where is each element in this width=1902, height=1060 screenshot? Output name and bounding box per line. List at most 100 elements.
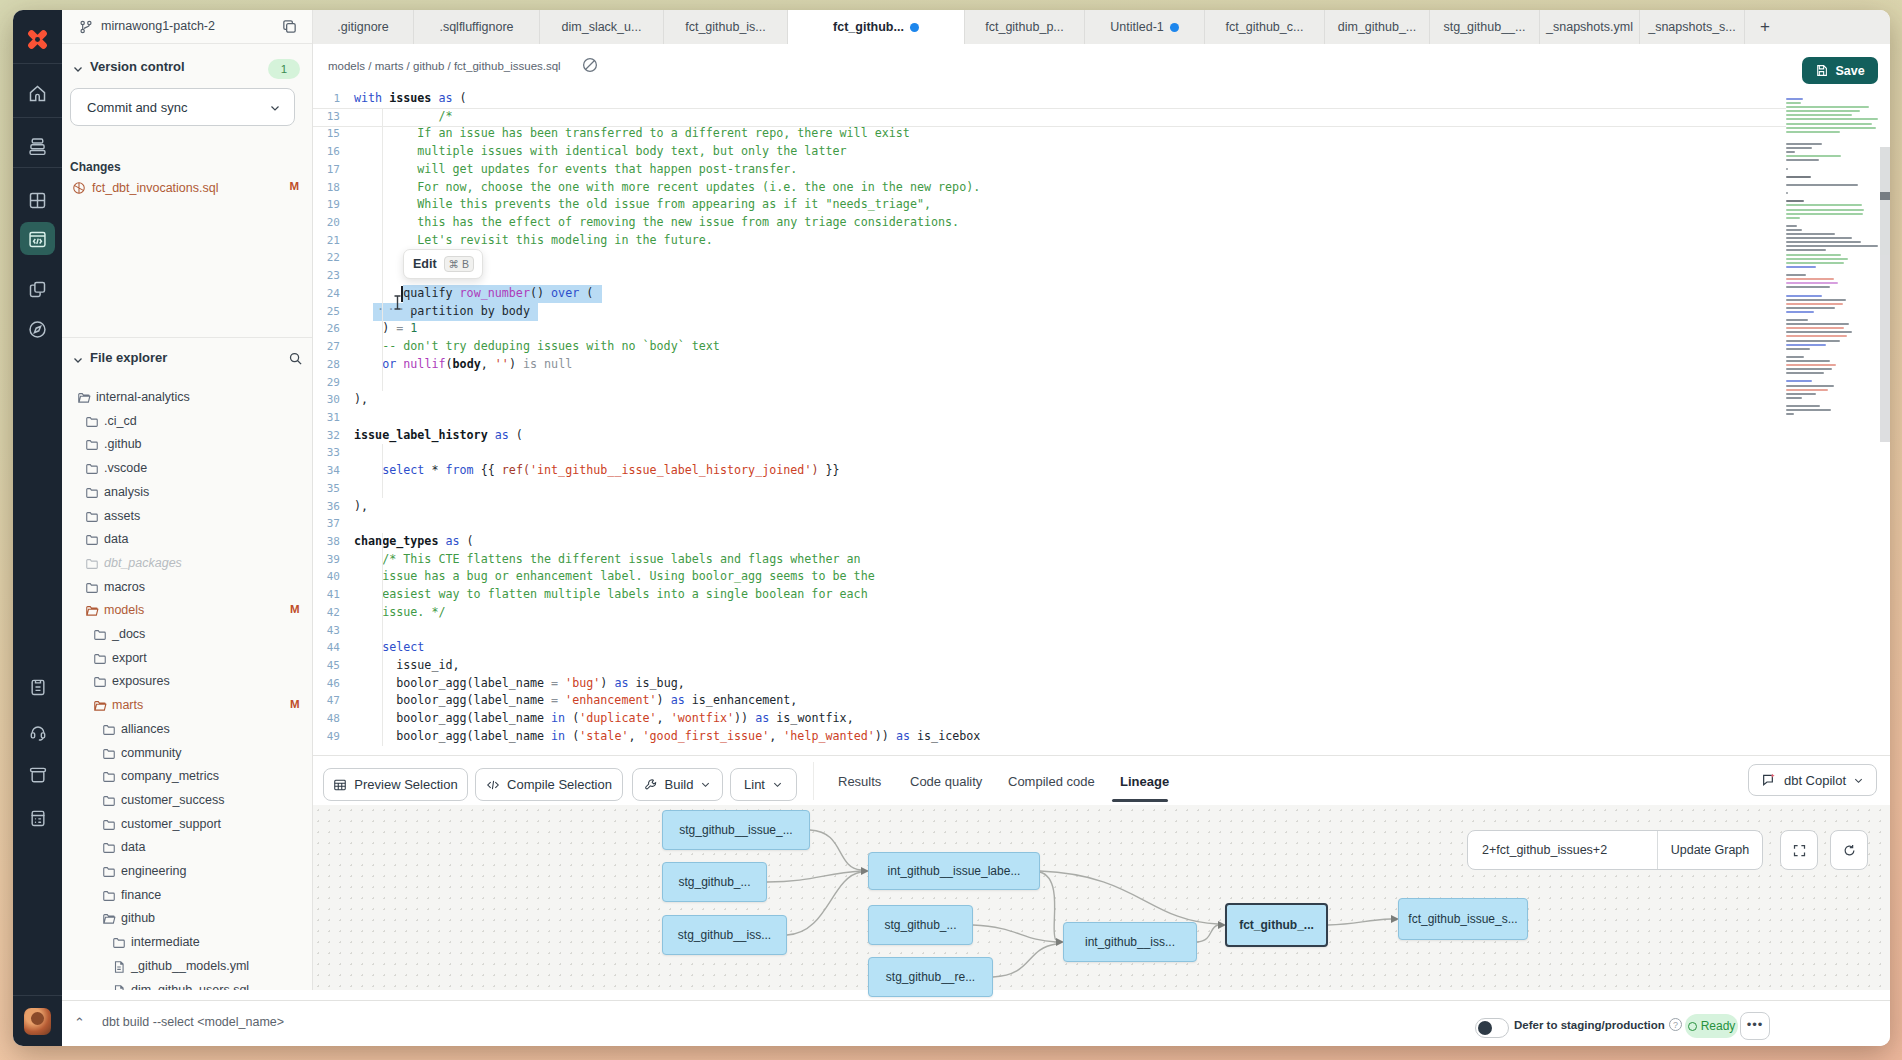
lineage-node-stg_github_[interactable]: stg_github_... (662, 862, 767, 902)
code-editor[interactable]: 1with issues as (13 /*15 If an issue has… (313, 90, 1890, 755)
results-tab-compiled-code[interactable]: Compiled code (1008, 774, 1095, 789)
tab-dim_slack_u[interactable]: dim_slack_u... (540, 10, 664, 44)
tab-fct_github_is[interactable]: fct_github_is... (664, 10, 788, 44)
tree-item-analysis[interactable]: analysis (62, 481, 312, 504)
tree-item-.vscode[interactable]: .vscode (62, 457, 312, 480)
defer-toggle[interactable] (1475, 1018, 1509, 1038)
minimap[interactable] (1786, 98, 1880, 417)
lineage-node-int_github__iss[interactable]: int_github__iss... (1063, 922, 1197, 962)
results-tab-results[interactable]: Results (838, 774, 881, 789)
lineage-node-stg_github__re[interactable]: stg_github__re... (868, 957, 993, 997)
code-line-26: 26 ) = 1 (313, 320, 1773, 338)
archive-icon[interactable] (13, 758, 62, 792)
explore-icon[interactable] (13, 312, 62, 346)
tree-item-intermediate[interactable]: intermediate (62, 931, 312, 954)
compile-selection-button[interactable]: Compile Selection (475, 768, 623, 801)
chevron-down-icon[interactable] (72, 354, 84, 366)
projects-icon[interactable] (13, 129, 62, 163)
search-icon[interactable] (288, 351, 303, 366)
tree-item-export[interactable]: export (62, 647, 312, 670)
lineage-node-stg_github_[interactable]: stg_github_... (868, 905, 973, 945)
tree-item-macros[interactable]: macros (62, 576, 312, 599)
lineage-node-int_github__issue_labe[interactable]: int_github__issue_labe... (868, 852, 1040, 890)
lineage-node-stg_github__issue_[interactable]: stg_github__issue_... (662, 810, 810, 850)
file-explorer-title[interactable]: File explorer (90, 350, 167, 365)
branch-row[interactable]: mirnawong1-patch-2 (62, 10, 312, 44)
lineage-node-fct_github_[interactable]: fct_github_... (1225, 903, 1328, 947)
tab-fct_github[interactable]: fct_github... (788, 10, 965, 44)
editor-toolbar: Preview SelectionCompile SelectionBuildL… (313, 755, 1890, 805)
orchestration-icon[interactable] (13, 272, 62, 306)
tab-gitignore[interactable]: .gitignore (313, 10, 414, 44)
tree-item-customer_support[interactable]: customer_support (62, 813, 312, 836)
tree-item-marts[interactable]: martsM (62, 694, 312, 717)
tree-item-dim_github_users.sql[interactable]: dim_github_users.sql (62, 979, 312, 991)
tree-item-data[interactable]: data (62, 528, 312, 551)
tab-_snapshots_s[interactable]: _snapshots_s... (1640, 10, 1745, 44)
tab-fct_github_c[interactable]: fct_github_c... (1205, 10, 1325, 44)
more-menu-button[interactable]: ••• (1740, 1012, 1770, 1040)
tree-item-exposures[interactable]: exposures (62, 670, 312, 693)
preview-selection-button[interactable]: Preview Selection (323, 768, 468, 801)
tree-item-_github__models.yml[interactable]: _github__models.yml (62, 955, 312, 978)
lineage-filter-input[interactable]: 2+fct_github_issues+2 (1468, 831, 1658, 869)
expand-command-bar-icon[interactable]: ⌃ (74, 1015, 85, 1030)
tree-item-community[interactable]: community (62, 742, 312, 765)
edit-tooltip[interactable]: Edit⌘ B (403, 249, 483, 279)
chevron-down-icon[interactable] (72, 63, 84, 75)
dbt-logo-icon[interactable] (13, 22, 62, 56)
update-graph-button[interactable]: Update Graph (1658, 831, 1762, 869)
tree-item-customer_success[interactable]: customer_success (62, 789, 312, 812)
notes-icon[interactable] (13, 670, 62, 704)
fullscreen-button[interactable] (1780, 830, 1818, 870)
results-tab-code-quality[interactable]: Code quality (910, 774, 982, 789)
dashboard-icon[interactable] (13, 183, 62, 217)
support-icon[interactable] (13, 715, 62, 749)
tree-item-_docs[interactable]: _docs (62, 623, 312, 646)
home-icon[interactable] (13, 76, 62, 110)
tree-item-assets[interactable]: assets (62, 505, 312, 528)
build-button[interactable]: Build (632, 768, 723, 801)
tab-_snapshotsyml[interactable]: _snapshots.yml (1540, 10, 1640, 44)
dbt-copilot-button[interactable]: dbt Copilot (1748, 764, 1877, 796)
tree-item-.github[interactable]: .github (62, 433, 312, 456)
refresh-button[interactable] (1830, 830, 1868, 870)
command-input[interactable]: dbt build --select <model_name> (102, 1015, 284, 1029)
changed-file-row[interactable]: fct_dbt_invocations.sql M (72, 179, 302, 198)
new-tab-button[interactable]: + (1745, 10, 1785, 44)
tree-item-finance[interactable]: finance (62, 884, 312, 907)
version-control-title[interactable]: Version control (90, 59, 185, 74)
tree-item-data[interactable]: data (62, 836, 312, 859)
code-line-46: 46 boolor_agg(label_name = 'bug') as is_… (313, 675, 1773, 693)
develop-icon[interactable] (13, 222, 62, 256)
tree-item-dbt_packages[interactable]: dbt_packages (62, 552, 312, 575)
tree-item-engineering[interactable]: engineering (62, 860, 312, 883)
tab-stg_github__[interactable]: stg_github__... (1430, 10, 1540, 44)
folder-icon (102, 865, 116, 879)
marketplace-icon[interactable] (13, 801, 62, 835)
tree-item-company_metrics[interactable]: company_metrics (62, 765, 312, 788)
tree-item-alliances[interactable]: alliances (62, 718, 312, 741)
tree-item-models[interactable]: modelsM (62, 599, 312, 622)
file-state-icon[interactable] (581, 56, 599, 74)
tab-dim_github_[interactable]: dim_github_... (1325, 10, 1430, 44)
lint-button[interactable]: Lint (730, 768, 797, 801)
editor-scrollbar[interactable] (1880, 147, 1890, 442)
tab-Untitled-1[interactable]: Untitled-1 (1085, 10, 1205, 44)
lineage-node-fct_github_issue_s[interactable]: fct_github_issue_s... (1398, 898, 1528, 940)
save-button[interactable]: Save (1802, 57, 1878, 84)
help-icon[interactable]: ? (1669, 1018, 1682, 1031)
commit-and-sync-button[interactable]: Commit and sync (70, 88, 295, 126)
tree-item-internal-analytics[interactable]: internal-analytics (62, 386, 312, 409)
lineage-node-stg_github__iss[interactable]: stg_github__iss... (662, 915, 787, 955)
results-tab-lineage[interactable]: Lineage (1120, 774, 1169, 789)
tree-item-github[interactable]: github (62, 907, 312, 930)
tab-sqlfluffignore[interactable]: .sqlfluffignore (414, 10, 540, 44)
folder-icon (85, 510, 99, 524)
tab-fct_github_p[interactable]: fct_github_p... (965, 10, 1085, 44)
tree-item-.ci_cd[interactable]: .ci_cd (62, 410, 312, 433)
avatar[interactable] (24, 1008, 51, 1035)
copy-icon[interactable] (281, 18, 298, 35)
model-file-icon (72, 181, 86, 195)
unsaved-dot-icon (1170, 23, 1179, 32)
